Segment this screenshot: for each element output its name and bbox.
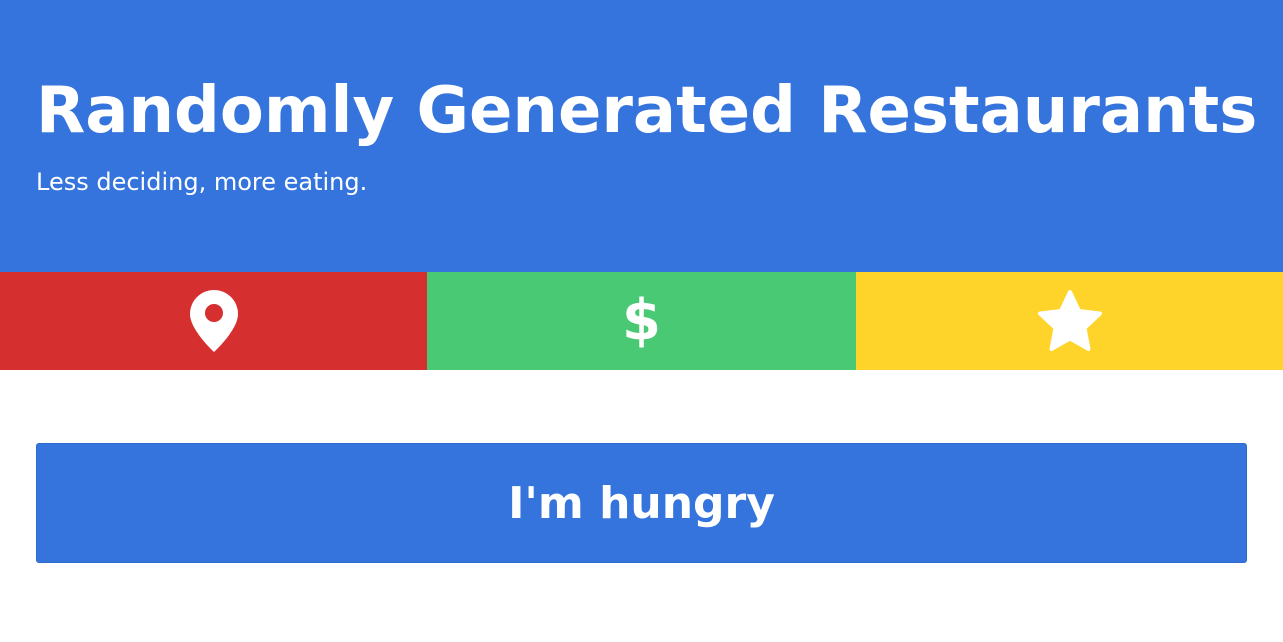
page-subtitle: Less deciding, more eating. <box>36 168 368 196</box>
location-filter-button[interactable] <box>0 272 427 370</box>
header-banner: Randomly Generated Restaurants Less deci… <box>0 0 1283 272</box>
rating-filter-button[interactable] <box>856 272 1283 370</box>
map-marker-icon <box>189 290 238 352</box>
im-hungry-button[interactable]: I'm hungry <box>36 443 1247 563</box>
page-title: Randomly Generated Restaurants <box>36 74 1258 148</box>
dollar-icon: $ <box>622 288 661 353</box>
filter-bar: $ <box>0 272 1283 370</box>
price-filter-button[interactable]: $ <box>427 272 856 370</box>
star-icon <box>1037 290 1103 352</box>
